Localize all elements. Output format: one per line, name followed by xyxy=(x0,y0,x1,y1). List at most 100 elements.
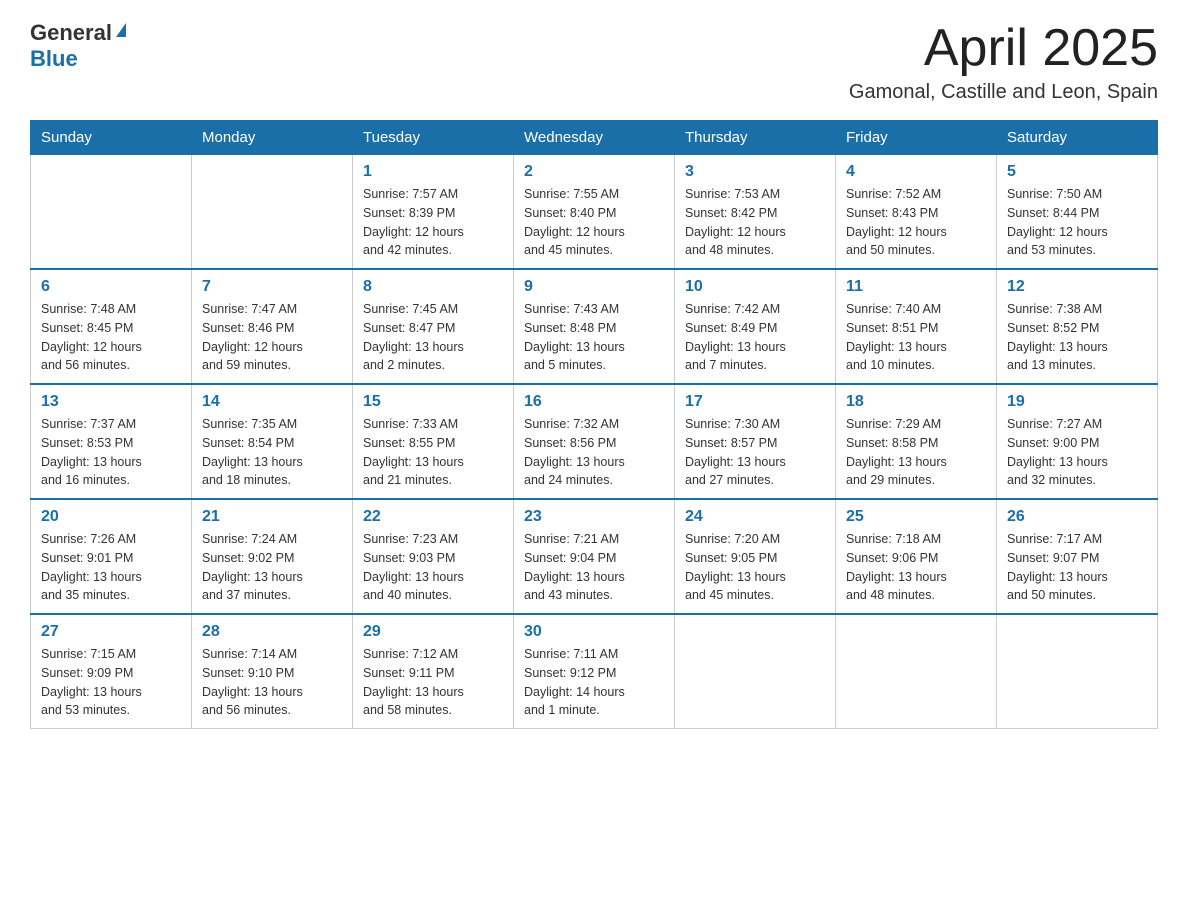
calendar-cell: 4 Sunrise: 7:52 AM Sunset: 8:43 PM Daylig… xyxy=(836,155,997,270)
calendar-cell: 27Sunrise: 7:15 AM Sunset: 9:09 PM Dayli… xyxy=(31,614,192,729)
day-number: 3 xyxy=(685,163,825,181)
calendar-cell: 19 Sunrise: 7:27 AM Sunset: 9:00 PM Dayli… xyxy=(997,384,1158,499)
day-info: Sunrise: 7:43 AM Sunset: 8:48 PM Dayligh… xyxy=(524,300,664,375)
weekday-header: Sunday xyxy=(31,121,192,155)
day-number: 5 xyxy=(1007,163,1147,181)
calendar-cell: 20Sunrise: 7:26 AM Sunset: 9:01 PM Dayli… xyxy=(31,499,192,614)
calendar-cell: 17 Sunrise: 7:30 AM Sunset: 8:57 PM Dayli… xyxy=(675,384,836,499)
day-info: Sunrise: 7:33 AM Sunset: 8:55 PM Dayligh… xyxy=(363,415,503,490)
day-number: 23 xyxy=(524,508,664,526)
day-info: Sunrise: 7:30 AM Sunset: 8:57 PM Dayligh… xyxy=(685,415,825,490)
calendar-header-row: SundayMondayTuesdayWednesdayThursdayFrid… xyxy=(31,121,1158,155)
day-info: Sunrise: 7:21 AM Sunset: 9:04 PM Dayligh… xyxy=(524,530,664,605)
day-info: Sunrise: 7:47 AM Sunset: 8:46 PM Dayligh… xyxy=(202,300,342,375)
calendar-week-row: 27Sunrise: 7:15 AM Sunset: 9:09 PM Dayli… xyxy=(31,614,1158,729)
calendar-cell: 21 Sunrise: 7:24 AM Sunset: 9:02 PM Dayli… xyxy=(192,499,353,614)
calendar-cell: 5 Sunrise: 7:50 AM Sunset: 8:44 PM Daylig… xyxy=(997,155,1158,270)
day-number: 6 xyxy=(41,278,181,296)
calendar-cell: 30 Sunrise: 7:11 AM Sunset: 9:12 PM Dayli… xyxy=(514,614,675,729)
day-info: Sunrise: 7:52 AM Sunset: 8:43 PM Dayligh… xyxy=(846,185,986,260)
day-number: 14 xyxy=(202,393,342,411)
weekday-header: Thursday xyxy=(675,121,836,155)
day-info: Sunrise: 7:12 AM Sunset: 9:11 PM Dayligh… xyxy=(363,645,503,720)
calendar-cell: 1Sunrise: 7:57 AM Sunset: 8:39 PM Daylig… xyxy=(353,155,514,270)
month-title: April 2025 xyxy=(849,20,1158,77)
day-info: Sunrise: 7:42 AM Sunset: 8:49 PM Dayligh… xyxy=(685,300,825,375)
calendar-cell: 9Sunrise: 7:43 AM Sunset: 8:48 PM Daylig… xyxy=(514,269,675,384)
calendar-cell xyxy=(192,155,353,270)
day-info: Sunrise: 7:15 AM Sunset: 9:09 PM Dayligh… xyxy=(41,645,181,720)
calendar-cell xyxy=(836,614,997,729)
weekday-header: Friday xyxy=(836,121,997,155)
day-number: 1 xyxy=(363,163,503,181)
calendar-cell: 14 Sunrise: 7:35 AM Sunset: 8:54 PM Dayli… xyxy=(192,384,353,499)
day-number: 2 xyxy=(524,163,664,181)
day-info: Sunrise: 7:17 AM Sunset: 9:07 PM Dayligh… xyxy=(1007,530,1147,605)
calendar-cell: 22 Sunrise: 7:23 AM Sunset: 9:03 PM Dayli… xyxy=(353,499,514,614)
calendar-cell xyxy=(675,614,836,729)
day-info: Sunrise: 7:40 AM Sunset: 8:51 PM Dayligh… xyxy=(846,300,986,375)
calendar-cell: 13 Sunrise: 7:37 AM Sunset: 8:53 PM Dayli… xyxy=(31,384,192,499)
calendar-cell: 10Sunrise: 7:42 AM Sunset: 8:49 PM Dayli… xyxy=(675,269,836,384)
calendar-cell: 11 Sunrise: 7:40 AM Sunset: 8:51 PM Dayli… xyxy=(836,269,997,384)
calendar-week-row: 20Sunrise: 7:26 AM Sunset: 9:01 PM Dayli… xyxy=(31,499,1158,614)
calendar-cell: 26Sunrise: 7:17 AM Sunset: 9:07 PM Dayli… xyxy=(997,499,1158,614)
day-info: Sunrise: 7:35 AM Sunset: 8:54 PM Dayligh… xyxy=(202,415,342,490)
calendar-week-row: 6 Sunrise: 7:48 AM Sunset: 8:45 PM Daylig… xyxy=(31,269,1158,384)
day-info: Sunrise: 7:29 AM Sunset: 8:58 PM Dayligh… xyxy=(846,415,986,490)
day-number: 19 xyxy=(1007,393,1147,411)
day-info: Sunrise: 7:18 AM Sunset: 9:06 PM Dayligh… xyxy=(846,530,986,605)
day-info: Sunrise: 7:53 AM Sunset: 8:42 PM Dayligh… xyxy=(685,185,825,260)
day-number: 17 xyxy=(685,393,825,411)
calendar-cell: 23 Sunrise: 7:21 AM Sunset: 9:04 PM Dayli… xyxy=(514,499,675,614)
day-number: 7 xyxy=(202,278,342,296)
day-info: Sunrise: 7:50 AM Sunset: 8:44 PM Dayligh… xyxy=(1007,185,1147,260)
weekday-header: Monday xyxy=(192,121,353,155)
day-number: 13 xyxy=(41,393,181,411)
calendar-cell: 8 Sunrise: 7:45 AM Sunset: 8:47 PM Daylig… xyxy=(353,269,514,384)
day-number: 22 xyxy=(363,508,503,526)
day-number: 18 xyxy=(846,393,986,411)
day-number: 4 xyxy=(846,163,986,181)
day-info: Sunrise: 7:45 AM Sunset: 8:47 PM Dayligh… xyxy=(363,300,503,375)
logo-triangle-icon xyxy=(116,23,126,37)
day-info: Sunrise: 7:24 AM Sunset: 9:02 PM Dayligh… xyxy=(202,530,342,605)
day-info: Sunrise: 7:55 AM Sunset: 8:40 PM Dayligh… xyxy=(524,185,664,260)
day-info: Sunrise: 7:37 AM Sunset: 8:53 PM Dayligh… xyxy=(41,415,181,490)
calendar-cell: 25Sunrise: 7:18 AM Sunset: 9:06 PM Dayli… xyxy=(836,499,997,614)
weekday-header: Tuesday xyxy=(353,121,514,155)
day-info: Sunrise: 7:20 AM Sunset: 9:05 PM Dayligh… xyxy=(685,530,825,605)
calendar-cell xyxy=(997,614,1158,729)
day-info: Sunrise: 7:32 AM Sunset: 8:56 PM Dayligh… xyxy=(524,415,664,490)
calendar-cell: 3 Sunrise: 7:53 AM Sunset: 8:42 PM Daylig… xyxy=(675,155,836,270)
day-info: Sunrise: 7:48 AM Sunset: 8:45 PM Dayligh… xyxy=(41,300,181,375)
day-number: 29 xyxy=(363,623,503,641)
day-number: 20 xyxy=(41,508,181,526)
calendar-table: SundayMondayTuesdayWednesdayThursdayFrid… xyxy=(30,120,1158,729)
page-header: General Blue April 2025 Gamonal, Castill… xyxy=(30,20,1158,104)
day-number: 11 xyxy=(846,278,986,296)
calendar-cell: 28 Sunrise: 7:14 AM Sunset: 9:10 PM Dayli… xyxy=(192,614,353,729)
calendar-cell: 6 Sunrise: 7:48 AM Sunset: 8:45 PM Daylig… xyxy=(31,269,192,384)
day-number: 16 xyxy=(524,393,664,411)
day-info: Sunrise: 7:27 AM Sunset: 9:00 PM Dayligh… xyxy=(1007,415,1147,490)
day-info: Sunrise: 7:38 AM Sunset: 8:52 PM Dayligh… xyxy=(1007,300,1147,375)
calendar-cell: 12 Sunrise: 7:38 AM Sunset: 8:52 PM Dayli… xyxy=(997,269,1158,384)
day-number: 8 xyxy=(363,278,503,296)
calendar-cell: 24 Sunrise: 7:20 AM Sunset: 9:05 PM Dayli… xyxy=(675,499,836,614)
day-info: Sunrise: 7:11 AM Sunset: 9:12 PM Dayligh… xyxy=(524,645,664,720)
day-number: 24 xyxy=(685,508,825,526)
calendar-cell xyxy=(31,155,192,270)
day-number: 30 xyxy=(524,623,664,641)
day-number: 15 xyxy=(363,393,503,411)
calendar-week-row: 13 Sunrise: 7:37 AM Sunset: 8:53 PM Dayli… xyxy=(31,384,1158,499)
calendar-week-row: 1Sunrise: 7:57 AM Sunset: 8:39 PM Daylig… xyxy=(31,155,1158,270)
day-info: Sunrise: 7:14 AM Sunset: 9:10 PM Dayligh… xyxy=(202,645,342,720)
day-number: 28 xyxy=(202,623,342,641)
calendar-cell: 16 Sunrise: 7:32 AM Sunset: 8:56 PM Dayli… xyxy=(514,384,675,499)
weekday-header: Saturday xyxy=(997,121,1158,155)
day-number: 21 xyxy=(202,508,342,526)
calendar-cell: 29 Sunrise: 7:12 AM Sunset: 9:11 PM Dayli… xyxy=(353,614,514,729)
day-info: Sunrise: 7:23 AM Sunset: 9:03 PM Dayligh… xyxy=(363,530,503,605)
day-number: 12 xyxy=(1007,278,1147,296)
